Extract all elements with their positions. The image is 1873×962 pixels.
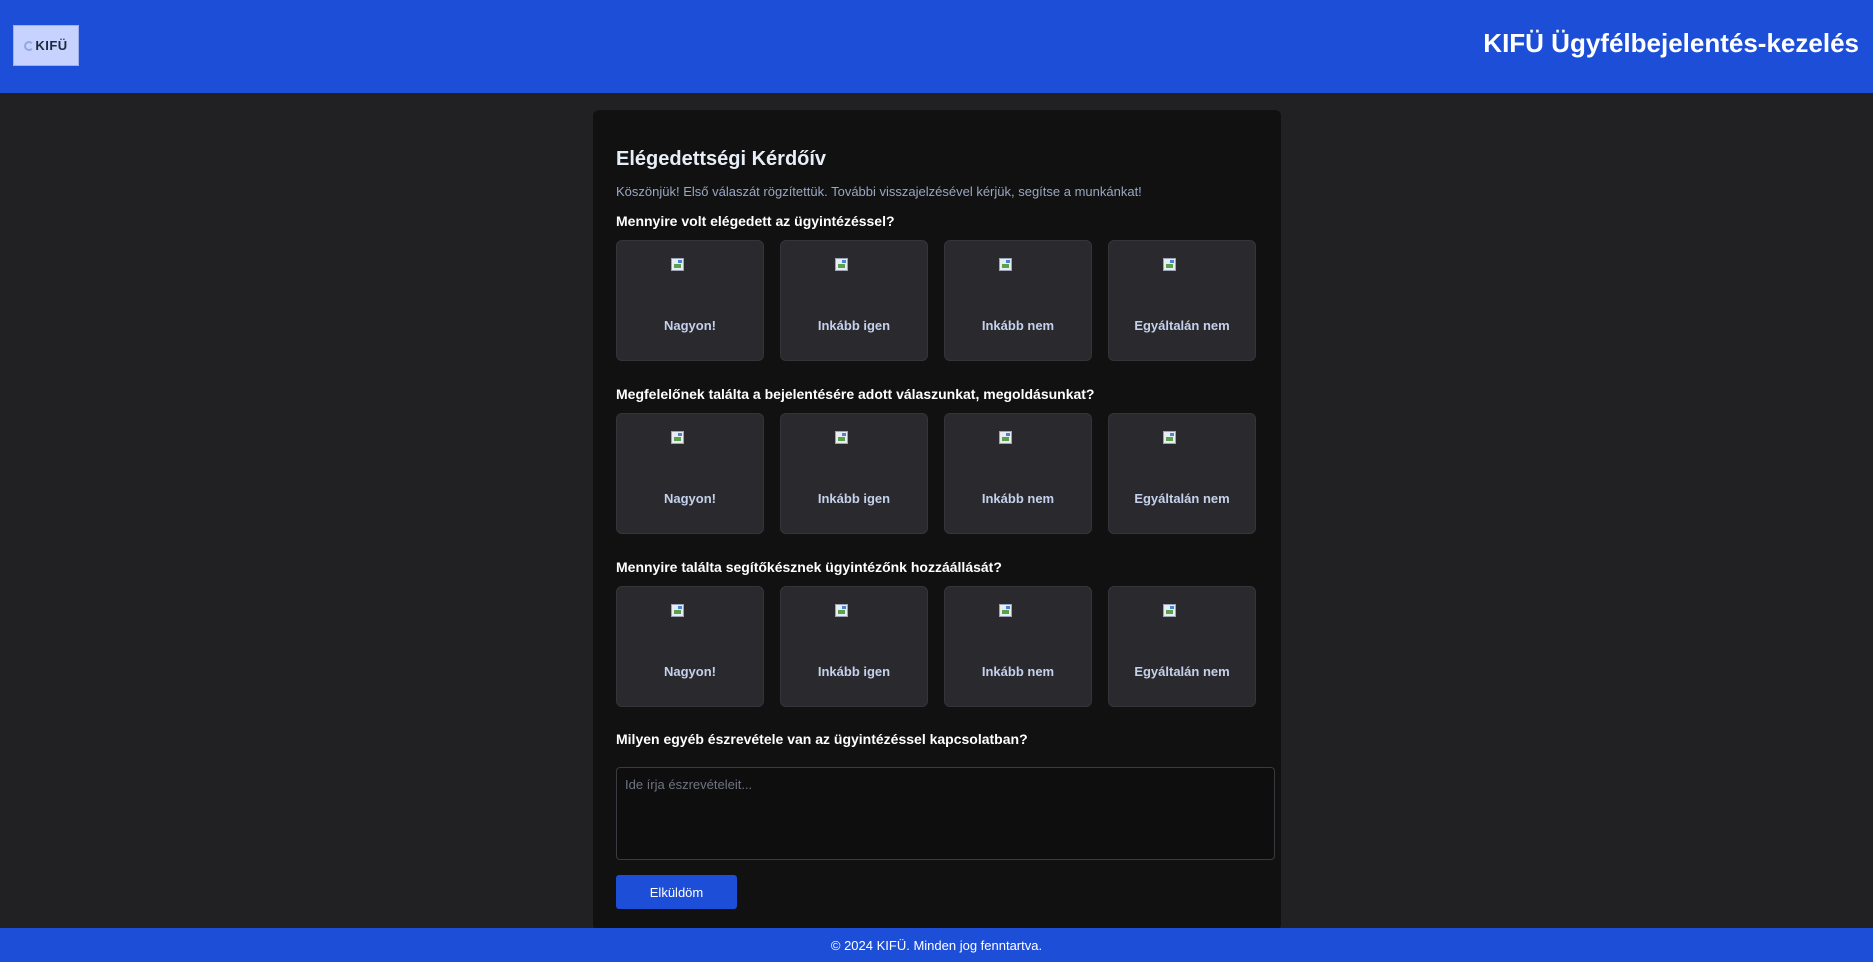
question-3-text: Mennyire találta segítőkésznek ügyintéző… <box>616 559 1002 575</box>
question-3-options: Nagyon! Inkább igen Inkább nem Egyáltalá… <box>616 586 1258 707</box>
option-label: Inkább igen <box>817 318 891 333</box>
image-icon <box>835 431 848 444</box>
q1-option-nagyon[interactable]: Nagyon! <box>616 240 764 361</box>
image-icon <box>671 604 684 617</box>
app-title: KIFÜ Ügyfélbejelentés-kezelés <box>1483 28 1859 58</box>
question-1-text: Mennyire volt elégedett az ügyintézéssel… <box>616 213 895 229</box>
option-label: Inkább igen <box>817 664 891 679</box>
option-label: Egyáltalán nem <box>1134 318 1230 333</box>
logo-text: KIFÜ <box>35 38 68 53</box>
survey-card: Elégedettségi Kérdőív Köszönjük! Első vá… <box>593 110 1281 930</box>
question-2-text: Megfelelőnek találta a bejelentésére ado… <box>616 386 1095 402</box>
image-icon <box>1163 604 1176 617</box>
option-label: Egyáltalán nem <box>1134 491 1230 506</box>
survey-title: Elégedettségi Kérdőív <box>616 148 827 170</box>
submit-button[interactable]: Elküldöm <box>616 875 737 909</box>
option-label: Egyáltalán nem <box>1134 664 1230 679</box>
image-icon <box>671 258 684 271</box>
option-label: Inkább nem <box>981 491 1055 506</box>
option-label: Nagyon! <box>664 318 716 333</box>
image-icon <box>835 258 848 271</box>
q3-option-nagyon[interactable]: Nagyon! <box>616 586 764 707</box>
q1-option-inkabb-nem[interactable]: Inkább nem <box>944 240 1092 361</box>
option-label: Nagyon! <box>664 664 716 679</box>
q2-option-nagyon[interactable]: Nagyon! <box>616 413 764 534</box>
image-icon <box>999 258 1012 271</box>
comment-textarea[interactable] <box>616 767 1275 860</box>
question-2-options: Nagyon! Inkább igen Inkább nem Egyáltalá… <box>616 413 1258 534</box>
q3-option-egyaltalan-nem[interactable]: Egyáltalán nem <box>1108 586 1256 707</box>
option-label: Inkább nem <box>981 318 1055 333</box>
option-label: Inkább nem <box>981 664 1055 679</box>
logo-ring-icon <box>24 40 35 51</box>
copyright-text: © 2024 KIFÜ. Minden jog fenntartva. <box>830 937 1043 953</box>
q2-option-inkabb-igen[interactable]: Inkább igen <box>780 413 928 534</box>
image-icon <box>999 431 1012 444</box>
question-1-options: Nagyon! Inkább igen Inkább nem Egyáltalá… <box>616 240 1258 361</box>
image-icon <box>1163 431 1176 444</box>
survey-intro: Köszönjük! Első válaszát rögzítettük. To… <box>616 184 1142 199</box>
option-label: Inkább igen <box>817 491 891 506</box>
option-label: Nagyon! <box>664 491 716 506</box>
q3-option-inkabb-nem[interactable]: Inkább nem <box>944 586 1092 707</box>
image-icon <box>835 604 848 617</box>
footer-bar: © 2024 KIFÜ. Minden jog fenntartva. <box>0 928 1873 962</box>
image-icon <box>1163 258 1176 271</box>
q3-option-inkabb-igen[interactable]: Inkább igen <box>780 586 928 707</box>
q2-option-inkabb-nem[interactable]: Inkább nem <box>944 413 1092 534</box>
header-bar: KIFÜ KIFÜ Ügyfélbejelentés-kezelés <box>0 0 1873 93</box>
q1-option-inkabb-igen[interactable]: Inkább igen <box>780 240 928 361</box>
image-icon <box>999 604 1012 617</box>
image-icon <box>671 431 684 444</box>
comment-question: Milyen egyéb észrevétele van az ügyintéz… <box>616 731 1028 747</box>
q2-option-egyaltalan-nem[interactable]: Egyáltalán nem <box>1108 413 1256 534</box>
q1-option-egyaltalan-nem[interactable]: Egyáltalán nem <box>1108 240 1256 361</box>
kifu-logo[interactable]: KIFÜ <box>13 25 79 66</box>
